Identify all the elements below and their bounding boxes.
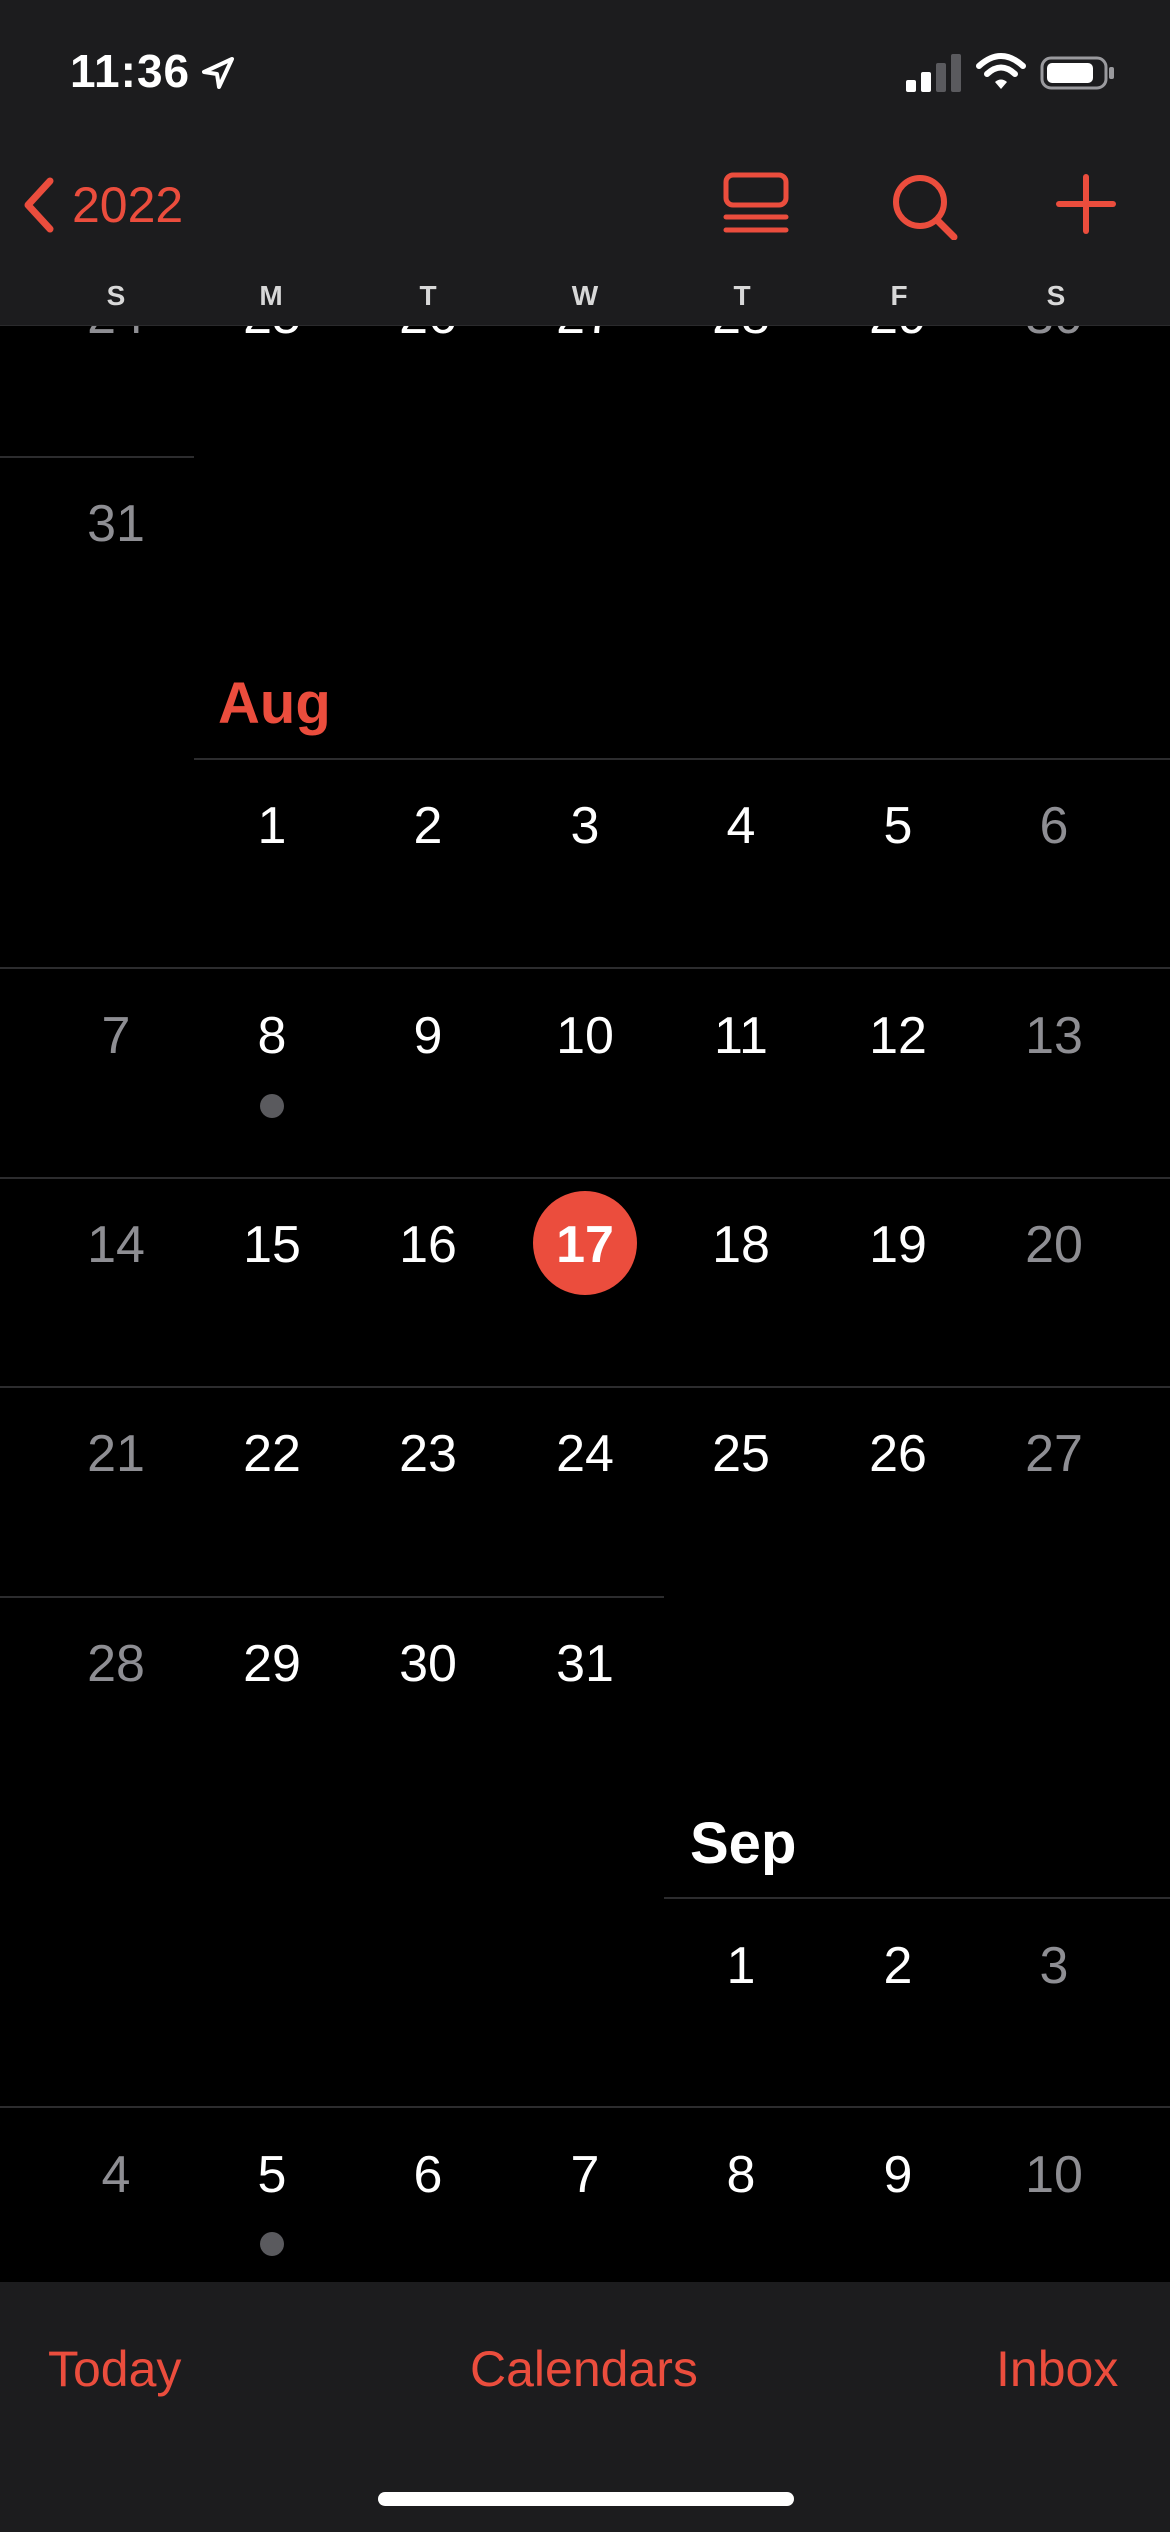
month-label-aug: Aug [218,671,331,736]
day-cell[interactable]: 3 [507,796,663,856]
day-cell[interactable]: 9 [350,1006,506,1066]
day-cell[interactable]: 19 [820,1215,976,1275]
day-cell[interactable]: 3 [976,1936,1132,1996]
day-cell[interactable]: 10 [976,2145,1132,2205]
week-divider [0,1177,1170,1179]
day-cell[interactable]: 25 [663,1424,819,1484]
day-cell[interactable]: 20 [976,1215,1132,1275]
home-indicator [378,2492,794,2506]
search-icon [893,175,958,241]
today-day-cell[interactable]: 17 [507,1215,663,1275]
battery-icon [1040,56,1114,90]
day-cell[interactable]: 6 [976,796,1132,856]
list-view-button[interactable] [716,170,796,250]
weekday-header: T [733,280,751,311]
back-to-year-button[interactable]: 2022 [20,170,183,240]
day-cell[interactable]: 21 [38,1424,194,1484]
day-cell[interactable]: 6 [350,2145,506,2205]
day-cell[interactable]: 13 [976,1006,1132,1066]
chevron-left-icon [24,177,54,233]
week-divider [0,456,194,458]
back-label: 2022 [72,177,184,233]
day-cell[interactable]: 7 [507,2145,663,2205]
wifi-icon [976,53,1026,89]
day-cell[interactable]: 12 [820,1006,976,1066]
day-cell[interactable]: 15 [194,1215,350,1275]
day-cell[interactable]: 8 [194,1006,350,1066]
today-button[interactable]: Today [48,2340,181,2398]
week-divider [0,967,1170,969]
week-divider [0,1386,1170,1388]
day-cell[interactable]: 4 [38,2145,194,2205]
plus-icon [1056,174,1116,234]
add-event-button[interactable] [1046,170,1126,250]
day-cell[interactable]: 24 [507,1424,663,1484]
day-cell[interactable]: 2 [350,796,506,856]
day-cell[interactable]: 31 [507,1634,663,1694]
day-cell[interactable]: 9 [820,2145,976,2205]
day-cell[interactable]: 7 [38,1006,194,1066]
location-arrow-icon [202,57,234,89]
day-cell[interactable]: 11 [663,1006,819,1066]
month-divider [194,758,1170,760]
status-time: 11:36 [70,45,191,97]
top-bar: 11:36 2022 S M T W T F S [0,0,1170,326]
day-cell[interactable]: 31 [38,494,194,554]
weekday-header: S [1046,280,1066,311]
cellular-signal-icon [906,54,961,92]
top-bar-divider [0,325,1170,326]
week-divider [0,2106,1170,2108]
weekday-header: F [890,280,908,311]
day-cell[interactable]: 1 [194,796,350,856]
week-divider [0,1596,664,1598]
day-cell[interactable]: 18 [663,1215,819,1275]
day-cell[interactable]: 4 [663,796,819,856]
day-cell[interactable]: 1 [663,1936,819,1996]
weekday-header: W [571,280,599,311]
weekday-header: M [259,280,283,311]
day-cell[interactable]: 14 [38,1215,194,1275]
bottom-toolbar: Today Calendars Inbox [0,2282,1170,2532]
month-label-sep: Sep [690,1811,797,1876]
weekday-header: T [419,280,437,311]
inbox-button[interactable]: Inbox [996,2340,1118,2398]
day-cell[interactable]: 10 [507,1006,663,1066]
event-indicator-dot [260,1094,284,1118]
day-cell[interactable]: 23 [350,1424,506,1484]
weekday-header: S [106,280,126,311]
day-cell[interactable]: 28 [38,1634,194,1694]
day-cell[interactable]: 26 [820,1424,976,1484]
day-cell[interactable]: 22 [194,1424,350,1484]
search-button[interactable] [886,170,966,250]
day-cell[interactable]: 16 [350,1215,506,1275]
day-cell[interactable]: 2 [820,1936,976,1996]
month-divider [664,1897,1170,1899]
day-cell[interactable]: 29 [194,1634,350,1694]
list-view-icon [723,172,789,233]
day-cell[interactable]: 5 [194,2145,350,2205]
day-cell[interactable]: 27 [976,1424,1132,1484]
day-cell[interactable]: 5 [820,796,976,856]
day-cell[interactable]: 30 [350,1634,506,1694]
day-cell[interactable]: 8 [663,2145,819,2205]
event-indicator-dot [260,2232,284,2256]
calendars-button[interactable]: Calendars [470,2340,698,2398]
